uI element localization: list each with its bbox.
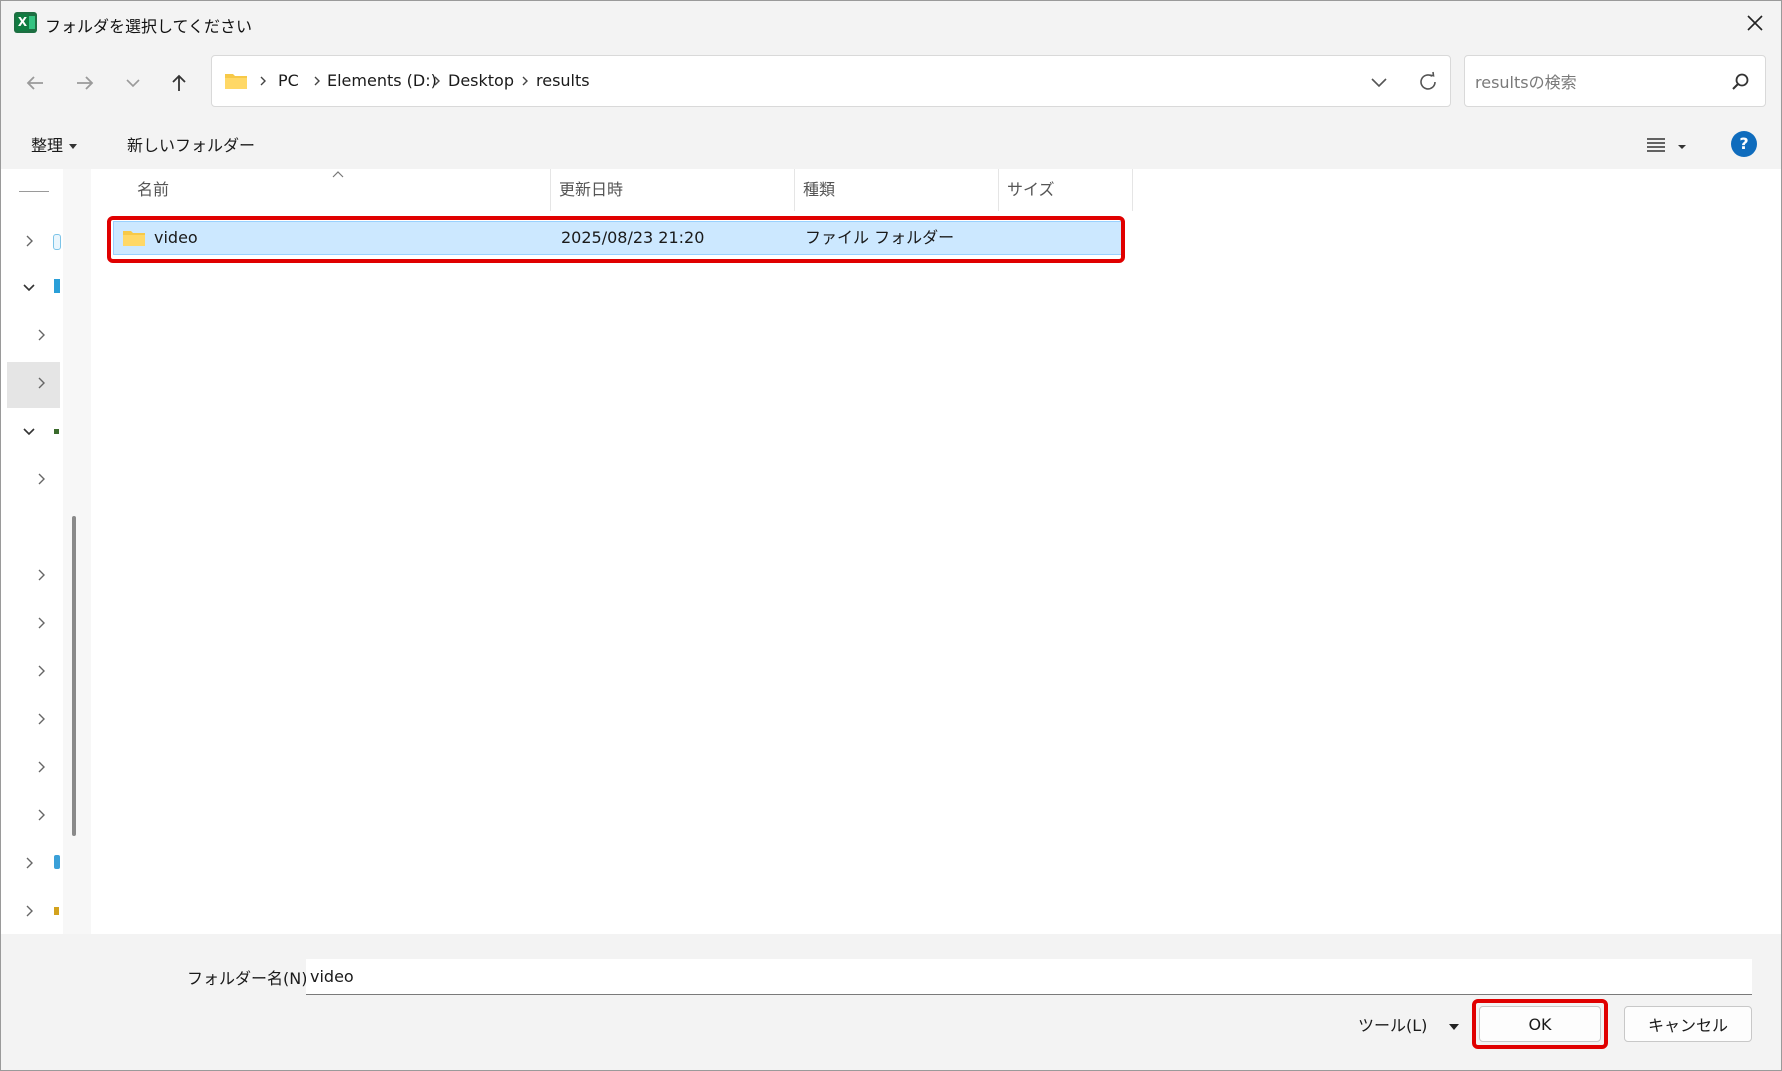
folder-name-input[interactable] [306, 959, 1752, 995]
command-bar: 整理 新しいフォルダー ? [1, 119, 1781, 169]
chevron-right-icon[interactable] [19, 853, 39, 873]
column-header-modified[interactable]: 更新日時 [551, 169, 795, 211]
column-header-size[interactable]: サイズ [999, 169, 1133, 211]
chevron-right-icon[interactable] [31, 709, 51, 729]
chevron-right-icon[interactable] [31, 613, 51, 633]
chevron-right-icon[interactable] [31, 469, 51, 489]
view-options-button[interactable] [1641, 131, 1691, 159]
file-type: ファイル フォルダー [805, 228, 955, 247]
window-title: フォルダを選択してください [45, 17, 253, 36]
address-history-button[interactable] [1364, 68, 1394, 96]
folder-icon [225, 74, 247, 89]
caret-down-icon [1449, 1023, 1460, 1030]
address-bar[interactable]: PC Elements (D:) Desktop results [211, 55, 1451, 107]
chevron-down-icon[interactable] [19, 277, 39, 297]
column-header-type[interactable]: 種類 [795, 169, 999, 211]
chevron-right-icon [434, 76, 440, 86]
file-row-video[interactable]: video 2025/08/23 21:20 ファイル フォルダー [113, 221, 1123, 255]
network-icon [53, 234, 61, 250]
forward-button[interactable] [67, 65, 103, 101]
up-button[interactable] [161, 65, 197, 101]
search-icon[interactable] [1730, 72, 1750, 92]
chevron-right-icon[interactable] [31, 661, 51, 681]
chevron-right-icon [260, 76, 266, 86]
chevron-right-icon[interactable] [19, 231, 39, 251]
tools-label: ツール(L) [1358, 1016, 1428, 1035]
pc-icon [54, 279, 60, 293]
file-list: 名前 更新日時 種類 サイズ video 2025/08/23 21:20 ファ… [91, 169, 1781, 934]
search-box[interactable] [1464, 55, 1766, 107]
chevron-down-icon [126, 79, 140, 88]
breadcrumb-results[interactable]: results [536, 71, 590, 90]
navigation-scrollbar[interactable] [63, 169, 91, 934]
list-view-icon [1647, 138, 1665, 152]
chevron-right-icon [314, 76, 320, 86]
file-name: video [154, 228, 198, 247]
column-header-name[interactable]: 名前 [129, 169, 551, 211]
navigation-bar: PC Elements (D:) Desktop results [1, 45, 1781, 119]
file-modified: 2025/08/23 21:20 [561, 228, 705, 247]
chevron-right-icon[interactable] [31, 757, 51, 777]
caret-down-icon [1678, 145, 1686, 149]
breadcrumb-elements-drive[interactable]: Elements (D:) [327, 71, 437, 90]
title-bar: X フォルダを選択してください [1, 1, 1781, 45]
user-folder-icon [54, 907, 59, 915]
chevron-right-icon[interactable] [19, 901, 39, 921]
folder-picker-dialog: X フォルダを選択してください PC Elements (D:) Desktop [0, 0, 1782, 1071]
library-icon [54, 855, 60, 869]
back-button[interactable] [17, 65, 53, 101]
drive-icon [54, 429, 59, 434]
breadcrumb-desktop[interactable]: Desktop [448, 71, 514, 90]
chevron-right-icon[interactable] [31, 373, 51, 393]
refresh-button[interactable] [1412, 66, 1444, 98]
arrow-right-icon [77, 76, 94, 90]
organize-button[interactable]: 整理 [31, 132, 78, 156]
chevron-right-icon [522, 76, 528, 86]
help-button[interactable]: ? [1731, 131, 1757, 157]
dialog-footer: フォルダー名(N): ツール(L) OK キャンセル [1, 934, 1781, 1070]
chevron-right-icon[interactable] [31, 325, 51, 345]
tools-button[interactable]: ツール(L) [1358, 1012, 1460, 1036]
scrollbar-thumb[interactable] [72, 516, 76, 836]
ok-button[interactable]: OK [1479, 1006, 1601, 1042]
divider [19, 191, 49, 192]
close-button[interactable] [1729, 1, 1781, 45]
new-folder-button[interactable]: 新しいフォルダー [127, 132, 255, 156]
caret-down-icon [69, 144, 78, 149]
arrow-left-icon [26, 76, 43, 90]
folder-icon [123, 231, 145, 246]
chevron-right-icon[interactable] [31, 565, 51, 585]
breadcrumb-pc[interactable]: PC [278, 71, 299, 90]
close-icon [1747, 15, 1763, 31]
refresh-icon [1420, 71, 1436, 90]
navigation-pane [1, 169, 63, 934]
chevron-down-icon[interactable] [19, 421, 39, 441]
excel-icon: X [14, 12, 37, 33]
recent-locations-button[interactable] [115, 65, 151, 101]
search-input[interactable] [1473, 68, 1717, 96]
organize-label: 整理 [31, 136, 64, 155]
folder-name-label: フォルダー名(N): [187, 969, 313, 988]
cancel-button[interactable]: キャンセル [1624, 1006, 1752, 1042]
chevron-right-icon[interactable] [31, 805, 51, 825]
chevron-down-icon [1371, 78, 1387, 88]
arrow-up-icon [172, 74, 186, 91]
